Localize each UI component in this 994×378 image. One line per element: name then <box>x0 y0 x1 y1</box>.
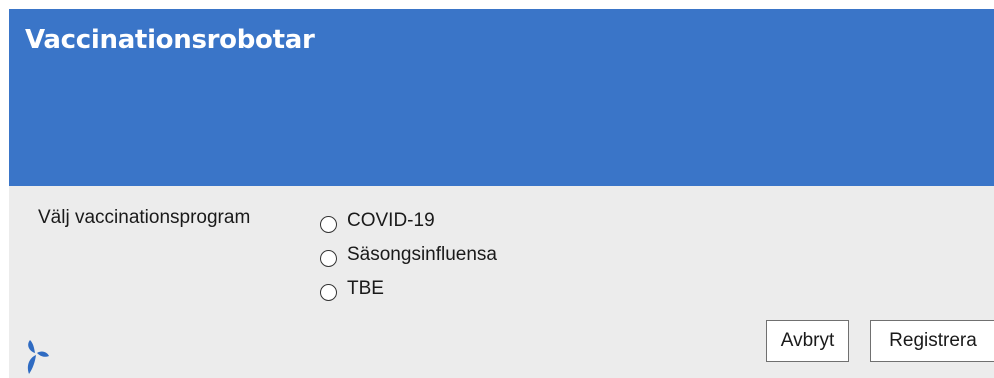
region-logo-icon <box>27 340 49 374</box>
radio-button-tbe[interactable] <box>320 283 337 301</box>
header-banner: Vaccinationsrobotar <box>9 9 994 186</box>
radio-button-covid19[interactable] <box>320 215 337 233</box>
radio-label-covid19[interactable]: COVID-19 <box>347 210 435 232</box>
radio-label-tbe[interactable]: TBE <box>347 278 384 300</box>
app-window: Vaccinationsrobotar Välj vaccinationspro… <box>9 9 994 378</box>
program-radio-group: COVID-19 Säsongsinfluensa TBE <box>320 204 497 306</box>
radio-button-sasongsinfluensa[interactable] <box>320 249 337 267</box>
program-label: Välj vaccinationsprogram <box>38 207 251 228</box>
radio-option-sasongsinfluensa[interactable]: Säsongsinfluensa <box>320 238 497 272</box>
cancel-button[interactable]: Avbryt <box>766 320 849 362</box>
radio-option-tbe[interactable]: TBE <box>320 272 497 306</box>
radio-option-covid19[interactable]: COVID-19 <box>320 204 497 238</box>
register-button[interactable]: Registrera <box>870 320 994 362</box>
app-title: Vaccinationsrobotar <box>25 25 315 55</box>
radio-label-sasongsinfluensa[interactable]: Säsongsinfluensa <box>347 244 497 266</box>
